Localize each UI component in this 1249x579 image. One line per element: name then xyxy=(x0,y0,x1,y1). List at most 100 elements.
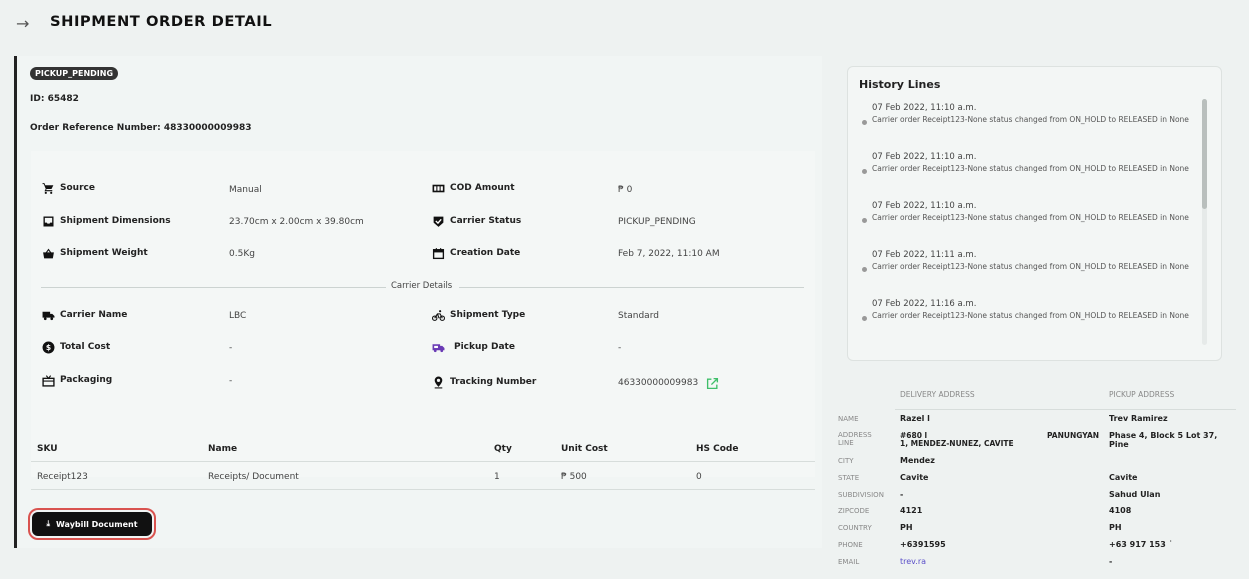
label-email: EMAIL xyxy=(838,558,860,566)
inbox-icon xyxy=(41,214,55,228)
history-dot-icon xyxy=(862,120,867,125)
pickup-address-header: PICKUP ADDRESS xyxy=(1109,390,1175,399)
history-scrollbar-thumb[interactable] xyxy=(1202,99,1207,209)
label-name: NAME xyxy=(838,415,859,423)
packaging-label-text: Packaging xyxy=(60,375,113,385)
tracking-number-value: 46330000009983 xyxy=(618,378,699,388)
delivery-country: PH xyxy=(900,523,913,532)
divider-right xyxy=(459,287,804,288)
order-reference-value: 48330000009983 xyxy=(163,123,252,133)
delivery-zipcode: 4121 xyxy=(900,506,923,515)
history-card: History Lines 07 Feb 2022, 11:10 a.m. Ca… xyxy=(847,66,1222,361)
history-item: 07 Feb 2022, 11:10 a.m. Carrier order Re… xyxy=(860,103,1200,152)
carrier-status-value: PICKUP_PENDING xyxy=(618,217,696,227)
packaging-value: - xyxy=(229,376,233,386)
col-qty: Qty xyxy=(494,444,512,454)
delivery-address-header: DELIVERY ADDRESS xyxy=(900,390,975,399)
source-label-text: Source xyxy=(60,183,95,193)
svg-text:$: $ xyxy=(45,343,50,352)
shield-check-icon xyxy=(431,214,445,228)
history-text: Carrier order Receipt123-None status cha… xyxy=(872,115,1189,124)
table-row: Receipt123 Receipts/ Document 1 ₱ 500 0 xyxy=(31,462,815,490)
external-link-icon[interactable] xyxy=(705,376,719,390)
shipment-type-label-text: Shipment Type xyxy=(450,310,526,320)
cod-label-text: COD Amount xyxy=(450,183,515,193)
pickup-country: PH xyxy=(1109,523,1122,532)
status-badge: PICKUP_PENDING xyxy=(30,67,119,80)
shipment-type-value: Standard xyxy=(618,311,659,321)
delivery-address-2: 1, MENDEZ-NUNEZ, CAVITE xyxy=(900,439,1014,448)
items-table: SKU Name Qty Unit Cost HS Code Receipt12… xyxy=(31,434,815,490)
tracking-number-label: Tracking Number xyxy=(431,375,536,389)
label-state: STATE xyxy=(838,474,860,482)
cod-value: ₱ 0 xyxy=(618,185,633,195)
delivery-city: Mendez xyxy=(900,456,935,465)
history-dot-icon xyxy=(862,169,867,174)
order-id-value: 65482 xyxy=(47,94,79,104)
packaging-label: Packaging xyxy=(41,373,112,387)
label-zipcode: ZIPCODE xyxy=(838,507,870,515)
delivery-email-link[interactable]: trev.ra xyxy=(900,557,926,566)
history-dot-icon xyxy=(862,316,867,321)
basket-icon xyxy=(41,246,55,260)
carrier-status-label-text: Carrier Status xyxy=(450,216,522,226)
label-phone: PHONE xyxy=(838,541,863,549)
history-title: History Lines xyxy=(859,78,941,91)
pickup-date-label-text: Pickup Date xyxy=(454,342,515,352)
cell-sku: Receipt123 xyxy=(37,472,88,482)
carrier-name-label: Carrier Name xyxy=(41,308,127,322)
arrow-right-icon[interactable]: → xyxy=(16,14,29,33)
history-date: 07 Feb 2022, 11:10 a.m. xyxy=(872,152,977,162)
bicycle-icon xyxy=(431,308,445,322)
delivery-name: Razel l xyxy=(900,414,930,423)
history-list[interactable]: 07 Feb 2022, 11:10 a.m. Carrier order Re… xyxy=(860,103,1200,347)
order-panel: PICKUP_PENDING ID: 65482 Order Reference… xyxy=(14,56,822,548)
history-text: Carrier order Receipt123-None status cha… xyxy=(872,213,1189,222)
label-subdivision: SUBDIVISION xyxy=(838,491,884,499)
waybill-document-button[interactable]: ⤓ Waybill Document xyxy=(28,508,156,540)
cell-unit-cost: ₱ 500 xyxy=(561,472,587,482)
gift-box-icon xyxy=(41,373,55,387)
pickup-date-value: - xyxy=(618,343,622,353)
order-id: ID: 65482 xyxy=(30,94,79,104)
carrier-name-value: LBC xyxy=(229,311,247,321)
label-city: CITY xyxy=(838,457,854,465)
history-text: Carrier order Receipt123-None status cha… xyxy=(872,164,1189,173)
pickup-name: Trev Ramirez xyxy=(1109,414,1168,423)
cash-icon xyxy=(431,181,445,195)
col-hs-code: HS Code xyxy=(696,444,739,454)
weight-label: Shipment Weight xyxy=(41,246,148,260)
location-pin-icon xyxy=(431,375,445,389)
label-address-line-1: ADDRESS xyxy=(838,431,872,439)
history-dot-icon xyxy=(862,267,867,272)
history-item: 07 Feb 2022, 11:16 a.m. Carrier order Re… xyxy=(860,299,1200,347)
delivery-state: Cavite xyxy=(900,473,929,482)
total-cost-value: - xyxy=(229,343,233,353)
dimensions-label: Shipment Dimensions xyxy=(41,214,171,228)
source-value: Manual xyxy=(229,185,262,195)
history-text: Carrier order Receipt123-None status cha… xyxy=(872,311,1189,320)
creation-date-value: Feb 7, 2022, 11:10 AM xyxy=(618,249,720,259)
carrier-name-label-text: Carrier Name xyxy=(60,310,128,320)
history-date: 07 Feb 2022, 11:11 a.m. xyxy=(872,250,977,260)
history-dot-icon xyxy=(862,218,867,223)
history-date: 07 Feb 2022, 11:10 a.m. xyxy=(872,103,977,113)
table-header: SKU Name Qty Unit Cost HS Code xyxy=(31,434,815,462)
dollar-circle-icon: $ xyxy=(41,340,55,354)
delivery-phone: +6391595 xyxy=(900,540,946,549)
label-country: COUNTRY xyxy=(838,524,872,532)
weight-value: 0.5Kg xyxy=(229,249,255,259)
cell-hs-code: 0 xyxy=(696,472,702,482)
pickup-email: - xyxy=(1109,557,1113,566)
total-cost-label-text: Total Cost xyxy=(60,342,111,352)
cod-label: COD Amount xyxy=(431,181,515,195)
cell-qty: 1 xyxy=(494,472,500,482)
order-id-label: ID: xyxy=(30,94,45,104)
pickup-phone: +63 917 153 ˙ xyxy=(1109,540,1173,549)
pickup-address-1: Phase 4, Block 5 Lot 37, Pine xyxy=(1109,431,1218,449)
delivery-van-icon xyxy=(431,340,445,354)
details-card: Source Manual Shipment Dimensions 23.70c… xyxy=(31,151,815,477)
pickup-state: Cavite xyxy=(1109,473,1138,482)
waybill-button-body[interactable]: ⤓ Waybill Document xyxy=(32,512,152,536)
history-item: 07 Feb 2022, 11:11 a.m. Carrier order Re… xyxy=(860,250,1200,299)
